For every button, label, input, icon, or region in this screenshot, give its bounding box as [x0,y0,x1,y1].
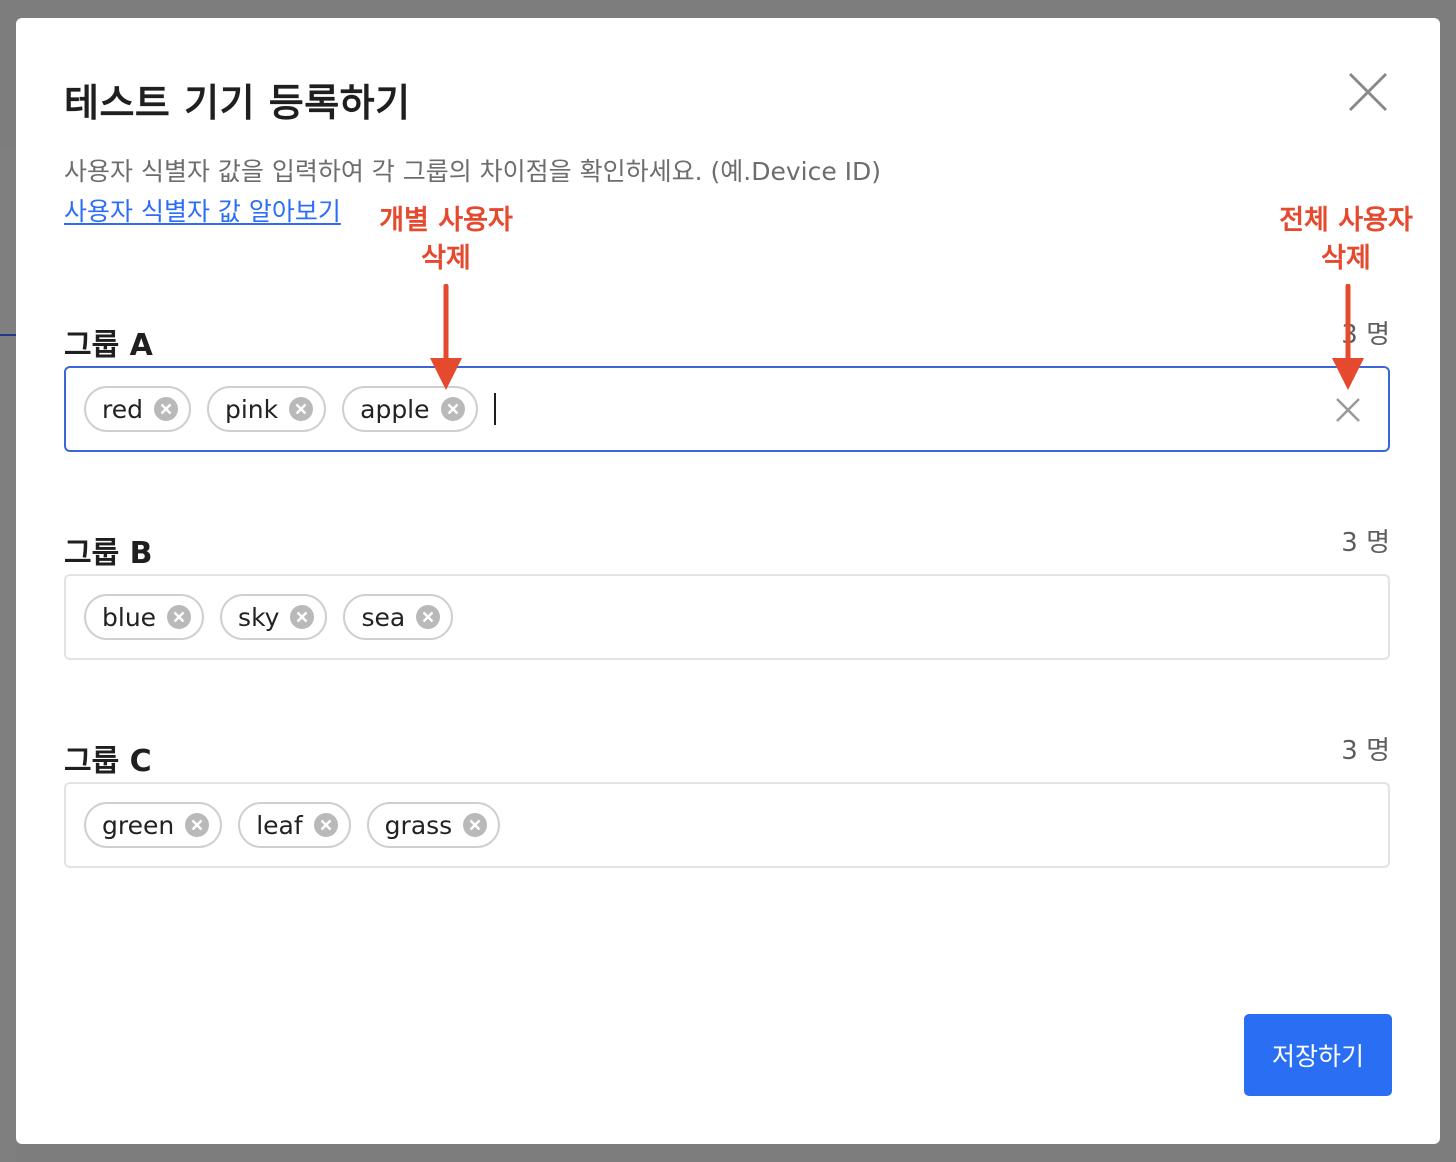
annotation-line: 삭제 [421,243,471,274]
remove-tag-icon[interactable] [313,812,339,838]
annotation-line: 삭제 [1321,243,1371,274]
tag-label: leaf [256,810,303,840]
tag-label: grass [384,810,453,840]
close-icon[interactable] [1346,70,1390,114]
group-c-label: 그룹 C [64,744,152,779]
group-a-label: 그룹 A [64,328,153,363]
tag-chip: sky [220,594,328,640]
save-button[interactable]: 저장하기 [1244,1014,1392,1096]
down-arrow-icon [1332,284,1364,390]
group-c-count: 3 명 [1341,736,1390,766]
tag-chip: blue [84,594,205,640]
tag-label: blue [102,602,157,632]
background-strip [0,148,16,1162]
annotation-individual-delete: 개별 사용자 삭제 [356,202,536,278]
tag-label: apple [360,394,430,424]
remove-tag-icon[interactable] [184,812,210,838]
remove-tag-icon[interactable] [462,812,488,838]
remove-tag-icon[interactable] [166,604,192,630]
tag-chip: sea [343,594,454,640]
tag-chip: grass [366,802,501,848]
text-caret [493,393,496,425]
group-b-count: 3 명 [1341,528,1390,558]
annotation-all-delete: 전체 사용자 삭제 [1256,202,1436,278]
tag-chip: leaf [238,802,351,848]
remove-tag-icon[interactable] [289,604,315,630]
annotation-line: 전체 사용자 [1279,205,1413,236]
register-test-device-modal: 테스트 기기 등록하기 사용자 식별자 값을 입력하여 각 그룹의 차이점을 확… [16,18,1440,1144]
remove-tag-icon[interactable] [153,396,179,422]
tag-chip: pink [206,386,327,432]
tag-label: pink [224,394,279,424]
identifier-help-link[interactable]: 사용자 식별자 값 알아보기 [64,192,341,228]
modal-title: 테스트 기기 등록하기 [64,81,411,125]
annotation-line: 개별 사용자 [379,205,513,236]
tag-label: sea [361,602,406,632]
group-b-label: 그룹 B [64,536,153,571]
group-c-tag-input[interactable]: green leaf grass [64,782,1390,868]
tag-label: green [102,810,175,840]
clear-all-icon[interactable] [1334,396,1362,424]
modal-description: 사용자 식별자 값을 입력하여 각 그룹의 차이점을 확인하세요. (예.Dev… [64,157,882,186]
tag-label: red [102,394,143,424]
group-a-tag-input[interactable]: red pink apple [64,366,1390,452]
tag-label: sky [238,602,280,632]
remove-tag-icon[interactable] [415,604,441,630]
tag-chip: red [84,386,191,432]
remove-tag-icon[interactable] [288,396,314,422]
down-arrow-icon [430,284,462,390]
remove-tag-icon[interactable] [440,396,466,422]
background-tab-underline [0,334,16,336]
tag-chip: green [84,802,223,848]
group-b-tag-input[interactable]: blue sky sea [64,574,1390,660]
